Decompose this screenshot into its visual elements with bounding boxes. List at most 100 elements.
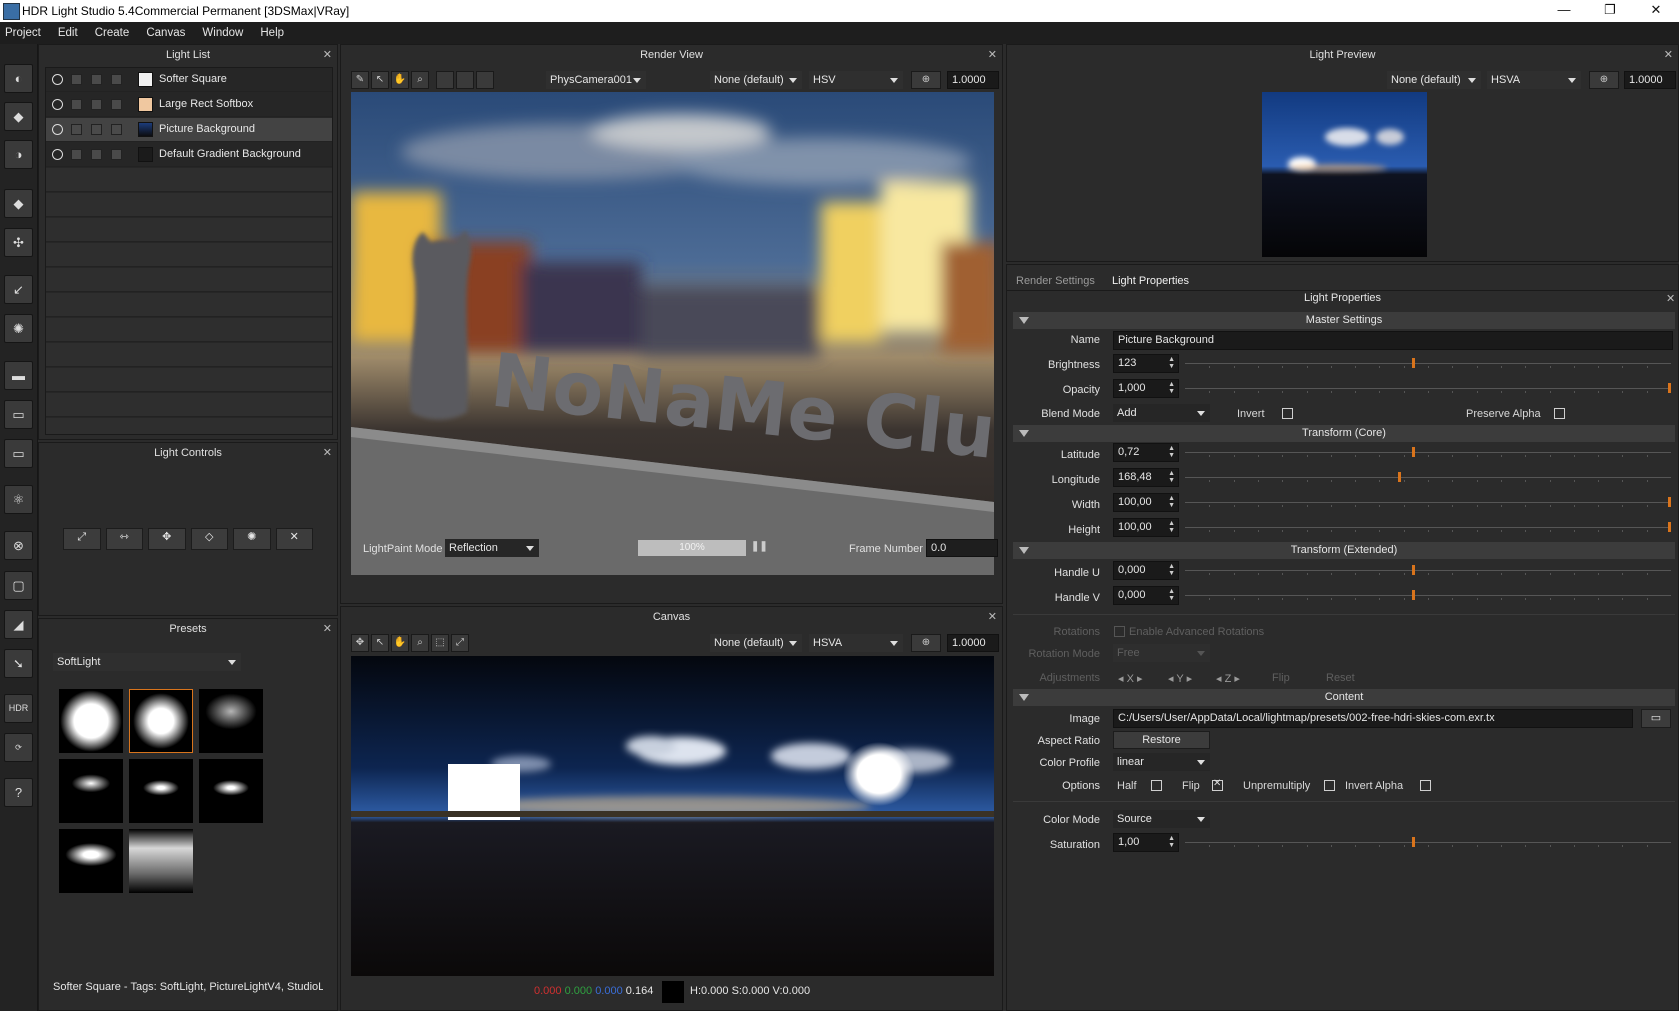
lightpaint-brush-icon[interactable]: ✎ (351, 71, 369, 89)
mask-toggle[interactable] (111, 74, 122, 85)
light-angle-icon[interactable]: ◢ (4, 610, 33, 639)
visibility-icon[interactable] (52, 124, 63, 135)
exposure-icon[interactable]: ⊕ (911, 71, 941, 89)
rotation-mode-select[interactable]: Free (1113, 644, 1210, 662)
preset-thumbnail-selected[interactable] (129, 689, 193, 753)
visibility-icon[interactable] (52, 149, 63, 160)
image-path-field[interactable]: C:/Users/User/AppData/Local/lightmap/pre… (1113, 709, 1633, 728)
lightpaint-mode-select[interactable]: Reflection (445, 539, 539, 557)
handle-v-field[interactable]: 0,000 ▲ ▼ (1113, 586, 1179, 605)
handle-u-slider[interactable] (1185, 565, 1671, 575)
handle-v-slider[interactable] (1185, 590, 1671, 600)
flip-button[interactable]: Flip (1272, 672, 1290, 684)
close-icon[interactable]: ✕ (1664, 48, 1673, 61)
zoom-icon[interactable]: ⌕ (411, 71, 429, 89)
preset-thumbnail[interactable] (199, 759, 263, 823)
preset-thumbnail[interactable] (59, 829, 123, 893)
lock-toggle[interactable] (91, 99, 102, 110)
fit-view-icon[interactable]: ⤢ (451, 634, 469, 652)
remove-icon[interactable]: ⊗ (4, 531, 33, 560)
view-option-icon[interactable] (456, 71, 474, 89)
zoom-region-icon[interactable]: ⬚ (431, 634, 449, 652)
paint-tool-icon[interactable]: ↙ (4, 275, 33, 304)
close-icon[interactable]: ✕ (323, 622, 332, 635)
spinner-arrows-icon[interactable]: ▲ ▼ (1168, 520, 1175, 534)
lock-toggle[interactable] (91, 74, 102, 85)
invert-checkbox[interactable] (1282, 408, 1293, 419)
slider-knob[interactable] (1397, 472, 1401, 482)
close-icon[interactable]: ✕ (988, 48, 997, 61)
exposure-icon[interactable]: ⊕ (1589, 71, 1619, 89)
adjust-x-control[interactable]: ◂ X ▸ (1118, 672, 1143, 685)
mask-toggle[interactable] (111, 99, 122, 110)
close-icon[interactable]: ✕ (323, 48, 332, 61)
color-mode-select[interactable]: HSVA (1487, 71, 1581, 89)
camera-select[interactable]: PhysCamera001 (546, 71, 646, 89)
sun-tool-icon[interactable]: ✺ (4, 314, 33, 343)
adjust-z-control[interactable]: ◂ Z ▸ (1216, 672, 1240, 685)
width-field[interactable]: 100,00 ▲ ▼ (1113, 493, 1179, 512)
saturation-field[interactable]: 1,00 ▲ ▼ (1113, 833, 1179, 852)
section-transform-core[interactable]: Transform (Core) (1013, 425, 1675, 442)
spinner-arrows-icon[interactable]: ▲ ▼ (1168, 470, 1175, 484)
menu-project[interactable]: Project (0, 22, 50, 44)
color-mode-select[interactable]: HSVA (809, 634, 903, 652)
slider-knob[interactable] (1412, 565, 1416, 575)
invert-alpha-checkbox[interactable] (1420, 780, 1431, 791)
lock-toggle[interactable] (91, 149, 102, 160)
menu-window[interactable]: Window (197, 22, 252, 44)
arrow-select-icon[interactable]: ➘ (4, 649, 33, 678)
solo-toggle[interactable] (71, 74, 82, 85)
color-mode-select[interactable]: HSV (809, 71, 903, 89)
render-viewport[interactable]: NoNaMe Club (351, 92, 994, 575)
saturation-slider[interactable] (1185, 837, 1671, 847)
stretch-horizontal-icon[interactable]: ⇿ (105, 528, 143, 550)
display-lut-select[interactable]: None (default) (710, 71, 802, 89)
pattern-tool-icon[interactable]: ✣ (4, 228, 33, 257)
longitude-slider[interactable] (1185, 472, 1671, 482)
exposure-icon[interactable]: ⊕ (911, 634, 941, 652)
brightness-icon[interactable]: ✺ (233, 528, 271, 550)
spinner-arrows-icon[interactable]: ▲ ▼ (1168, 445, 1175, 459)
pointer-icon[interactable]: ↖ (371, 634, 389, 652)
list-item[interactable]: Softer Square (46, 68, 332, 92)
light-name-field[interactable]: Picture Background (1113, 331, 1673, 350)
display-lut-select[interactable]: None (default) (710, 634, 802, 652)
gradient-tool-icon[interactable]: ▬ (4, 361, 33, 390)
exposure-field[interactable]: 1.0000 (947, 71, 999, 89)
slider-knob[interactable] (1412, 358, 1416, 368)
slider-knob[interactable] (1412, 837, 1416, 847)
brightness-slider[interactable] (1185, 358, 1671, 368)
spinner-arrows-icon[interactable]: ▲ ▼ (1168, 381, 1175, 395)
opacity-field[interactable]: 1,000 ▲ ▼ (1113, 379, 1179, 398)
slider-knob[interactable] (1668, 383, 1671, 393)
preset-thumbnail[interactable] (199, 689, 263, 753)
hand-icon[interactable]: ✋ (391, 634, 409, 652)
spinner-arrows-icon[interactable]: ▲ ▼ (1168, 588, 1175, 602)
atom-icon[interactable]: ⚛ (4, 485, 33, 514)
menu-help[interactable]: Help (255, 22, 293, 44)
section-transform-extended[interactable]: Transform (Extended) (1013, 542, 1675, 559)
close-icon[interactable]: ✕ (1666, 292, 1675, 305)
visibility-icon[interactable] (52, 99, 63, 110)
minimize-button[interactable]: — (1541, 0, 1587, 22)
solo-toggle[interactable] (71, 99, 82, 110)
frame-icon[interactable]: ▢ (4, 571, 33, 600)
tab-light-properties[interactable]: Light Properties (1112, 272, 1189, 290)
hand-icon[interactable]: ✋ (391, 71, 409, 89)
solo-toggle[interactable] (71, 149, 82, 160)
opacity-slider[interactable] (1185, 383, 1671, 393)
unpremultiply-checkbox[interactable] (1324, 780, 1335, 791)
canvas-viewport[interactable] (351, 656, 994, 976)
spin-icon[interactable]: ✕ (275, 528, 313, 550)
height-slider[interactable] (1185, 522, 1671, 532)
spinner-arrows-icon[interactable]: ▲ ▼ (1168, 356, 1175, 370)
scale-icon[interactable]: ⤢ (63, 528, 101, 550)
latitude-field[interactable]: 0,72 ▲ ▼ (1113, 443, 1179, 462)
brightness-field[interactable]: 123 ▲ ▼ (1113, 354, 1179, 373)
restore-button[interactable]: ❐ (1587, 0, 1633, 22)
pause-icon[interactable]: ❚❚ (751, 539, 768, 557)
slider-knob[interactable] (1412, 447, 1416, 457)
section-master-settings[interactable]: Master Settings (1013, 312, 1675, 329)
adjust-y-control[interactable]: ◂ Y ▸ (1168, 672, 1192, 685)
